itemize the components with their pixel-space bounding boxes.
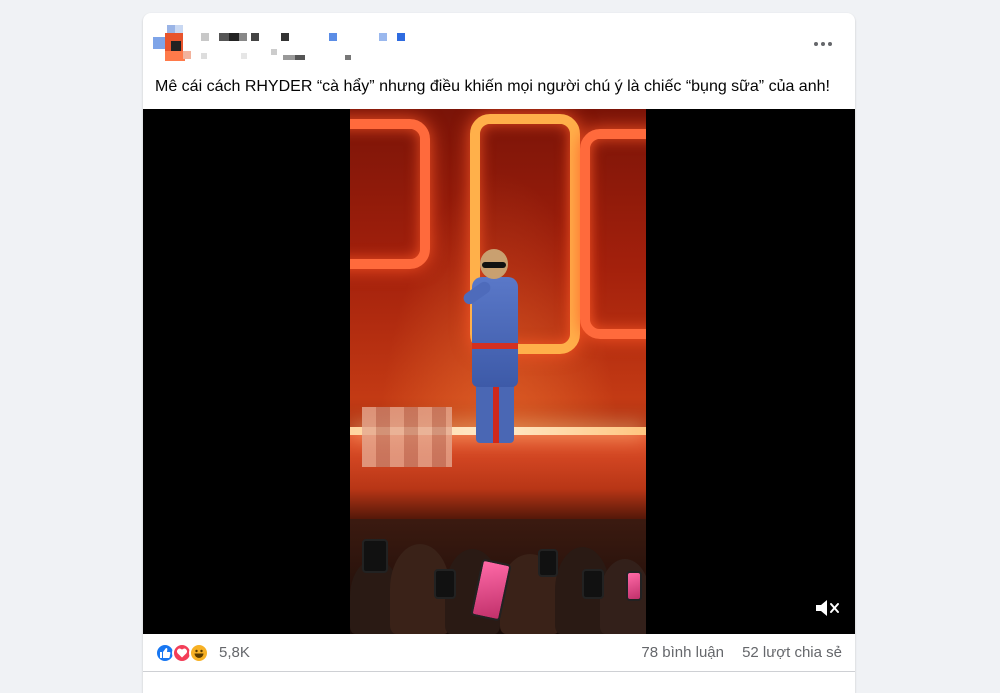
video-player[interactable]: [143, 109, 855, 634]
post-stats: 5,8K 78 bình luận 52 lượt chia sẻ: [143, 634, 855, 672]
crowd: [350, 519, 646, 634]
performer: [461, 247, 532, 447]
more-options-button[interactable]: [805, 31, 841, 57]
feed-post: Mê cái cách RHYDER “cà hẩy” nhưng điều k…: [143, 13, 855, 693]
video-frame: [350, 109, 646, 634]
mute-button[interactable]: [813, 596, 841, 620]
author-name-redacted[interactable]: [201, 31, 461, 63]
blurred-region: [362, 407, 452, 467]
stage-sign: [350, 119, 430, 269]
post-header: [143, 13, 855, 73]
more-horizontal-icon: [814, 42, 832, 46]
haha-icon: [189, 643, 209, 663]
stage-sign: [580, 129, 646, 339]
post-caption: Mê cái cách RHYDER “cà hẩy” nhưng điều k…: [155, 78, 830, 95]
reaction-summary[interactable]: [155, 643, 209, 663]
share-count[interactable]: 52 lượt chia sẻ: [742, 644, 842, 661]
reaction-count[interactable]: 5,8K: [219, 644, 250, 661]
speaker-muted-icon: [816, 600, 839, 616]
avatar[interactable]: [153, 25, 193, 65]
comment-count[interactable]: 78 bình luận: [641, 644, 724, 661]
